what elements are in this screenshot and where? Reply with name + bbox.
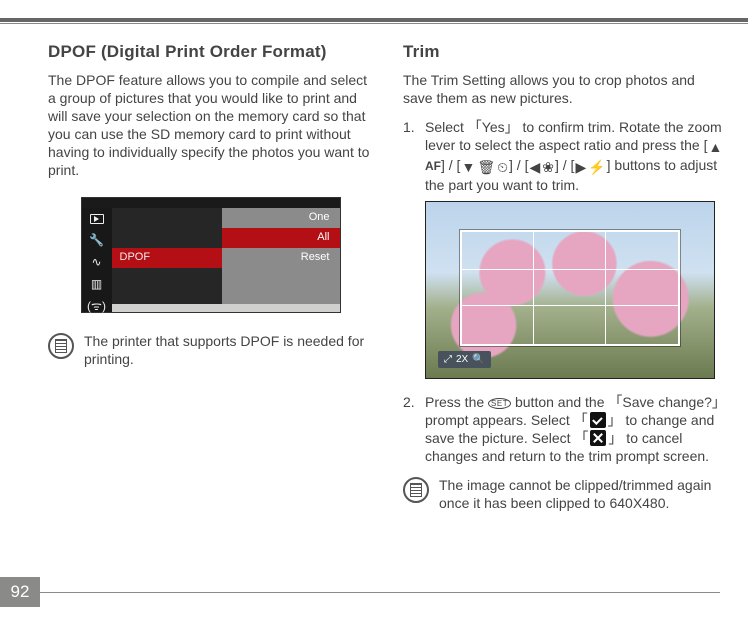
step1-text-a: Select 「Yes」 to confirm trim. Rotate the…: [425, 119, 722, 153]
wrench-icon: 🔧: [89, 234, 104, 246]
zoom-out-icon: ⤢: [444, 353, 452, 366]
note-icon: [403, 477, 429, 503]
step1-text-b: ] / [: [441, 157, 460, 173]
menu-row-left: [112, 228, 222, 248]
trim-step-2: 2. Press the SET button and the 「Save ch…: [403, 393, 728, 466]
cross-icon: [590, 430, 606, 446]
top-rule: [0, 18, 748, 22]
footer-rule: [40, 592, 720, 594]
down-arrow-icon: ▼: [461, 158, 475, 176]
zoom-badge: ⤢ 2X 🔍: [438, 351, 491, 368]
step2-text-a: Press the: [425, 394, 488, 410]
menu-row-left: DPOF: [112, 248, 222, 268]
dpof-note: The printer that supports DPOF is needed…: [48, 333, 373, 369]
zoom-level: 2X: [456, 353, 468, 366]
trim-intro: The Trim Setting allows you to crop phot…: [403, 72, 728, 108]
menu-row-all: All: [112, 228, 340, 248]
menu-row-right: [222, 268, 340, 304]
menu-icon-strip: 🔧 ∿ ▥ (ᯤ): [82, 208, 112, 312]
check-icon: [590, 412, 606, 428]
dpof-intro: The DPOF feature allows you to compile a…: [48, 72, 373, 179]
delete-icon: 🗑: [477, 158, 495, 176]
cards-icon: ▥: [91, 278, 102, 290]
trim-note: The image cannot be clipped/trimmed agai…: [403, 477, 728, 513]
up-arrow-icon: ▲: [709, 138, 723, 156]
playback-icon: [90, 214, 104, 224]
wifi-icon: (ᯤ): [87, 300, 106, 312]
dpof-note-text: The printer that supports DPOF is needed…: [84, 333, 373, 369]
menu-row-dpof: DPOF Reset: [112, 248, 340, 268]
content-columns: DPOF (Digital Print Order Format) The DP…: [0, 0, 748, 513]
crop-box: [460, 230, 680, 346]
right-arrow-icon: ▶: [575, 158, 586, 176]
step1-text-c: ] / [: [509, 157, 528, 173]
trim-steps: 1. Select 「Yes」 to confirm trim. Rotate …: [403, 118, 728, 466]
wave-icon: ∿: [91, 256, 101, 268]
crop-grid-line: [462, 269, 678, 270]
crop-grid-line: [462, 305, 678, 306]
menu-rows: One All DPOF Reset: [112, 208, 340, 312]
af-label: AF: [425, 159, 441, 173]
menu-row-one: One: [112, 208, 340, 228]
menu-row-right: One: [222, 208, 340, 228]
menu-topbar: [82, 198, 340, 208]
menu-row-empty: [112, 268, 340, 288]
macro-icon: ❀: [542, 158, 554, 176]
page-number: 92: [0, 577, 40, 607]
step1-text-d: ] / [: [555, 157, 574, 173]
menu-row-left: [112, 208, 222, 228]
right-column: Trim The Trim Setting allows you to crop…: [403, 42, 728, 513]
menu-row-right: All: [222, 228, 340, 248]
dpof-heading: DPOF (Digital Print Order Format): [48, 42, 373, 62]
timer-icon: ⏲: [497, 158, 508, 176]
left-arrow-icon: ◀: [529, 158, 540, 176]
magnifier-icon: 🔍: [472, 353, 484, 366]
trim-photo-figure: ⤢ 2X 🔍: [425, 201, 715, 379]
step-number: 2.: [403, 393, 415, 411]
trim-heading: Trim: [403, 42, 728, 62]
left-column: DPOF (Digital Print Order Format) The DP…: [48, 42, 373, 513]
menu-row-right: Reset: [222, 248, 340, 268]
menu-row-left: [112, 268, 222, 304]
flash-icon: ⚡: [588, 158, 605, 176]
trim-step-1: 1. Select 「Yes」 to confirm trim. Rotate …: [403, 118, 728, 379]
set-button-icon: SET: [488, 398, 511, 409]
note-icon: [48, 333, 74, 359]
step-number: 1.: [403, 118, 415, 136]
trim-note-text: The image cannot be clipped/trimmed agai…: [439, 477, 728, 513]
dpof-menu-figure: 🔧 ∿ ▥ (ᯤ) One All DPOF: [81, 197, 341, 313]
menu-body: 🔧 ∿ ▥ (ᯤ) One All DPOF: [82, 208, 340, 312]
